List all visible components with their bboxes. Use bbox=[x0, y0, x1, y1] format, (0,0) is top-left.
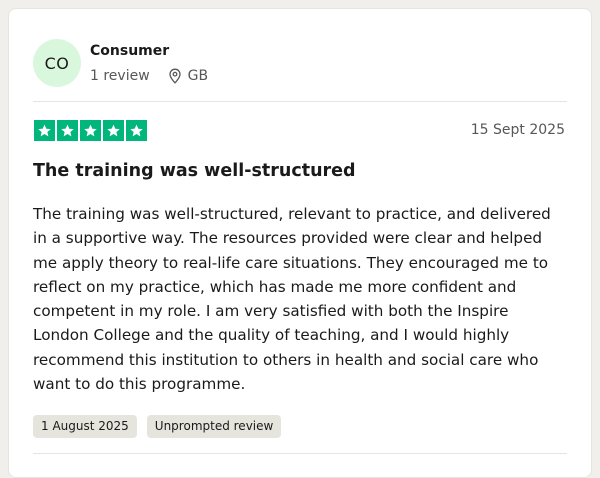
star-icon bbox=[34, 120, 55, 141]
header-divider bbox=[33, 101, 567, 102]
review-type-badge[interactable]: Unprompted review bbox=[146, 415, 282, 438]
avatar-initials: CO bbox=[44, 53, 70, 73]
review-count: 1 review bbox=[90, 67, 150, 84]
star-icon bbox=[57, 120, 78, 141]
reviewer-header[interactable]: CO Consumer 1 review GB bbox=[33, 35, 208, 91]
review-tags: 1 August 2025 Unprompted review bbox=[33, 415, 282, 438]
star-icon bbox=[103, 120, 124, 141]
location-pin-icon bbox=[168, 68, 182, 84]
reviewer-meta: 1 review GB bbox=[90, 67, 208, 85]
avatar[interactable]: CO bbox=[33, 39, 81, 87]
star-rating bbox=[34, 120, 147, 141]
reviewer-name[interactable]: Consumer bbox=[90, 42, 208, 60]
star-icon bbox=[80, 120, 101, 141]
reviewer-country: GB bbox=[187, 67, 209, 84]
footer-divider bbox=[33, 453, 567, 454]
review-card: CO Consumer 1 review GB 15 Sept 2025 The… bbox=[8, 8, 592, 478]
review-date: 15 Sept 2025 bbox=[470, 122, 565, 138]
review-body: The training was well-structured, releva… bbox=[33, 205, 551, 394]
reviewer-info: Consumer 1 review GB bbox=[90, 42, 208, 85]
experience-date-badge: 1 August 2025 bbox=[33, 415, 137, 438]
review-title[interactable]: The training was well-structured bbox=[33, 159, 356, 183]
star-icon bbox=[126, 120, 147, 141]
